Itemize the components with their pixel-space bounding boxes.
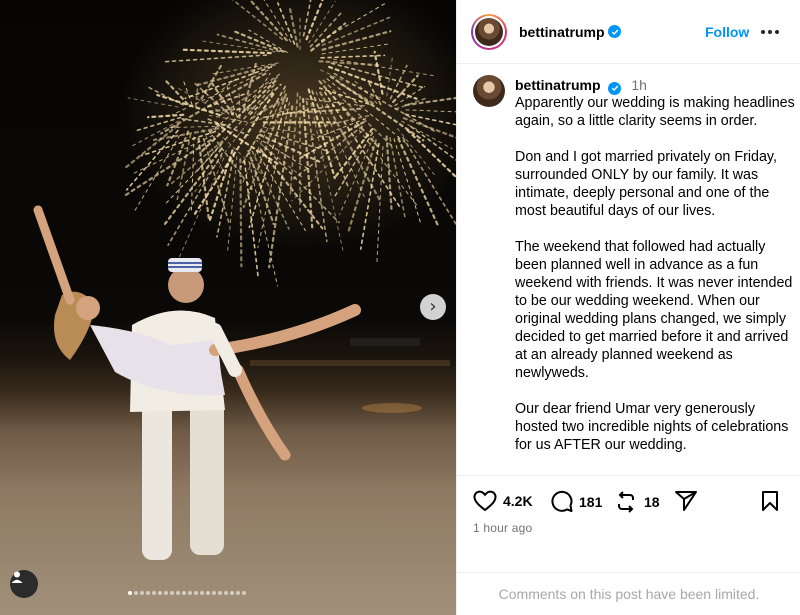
comments-limited-notice: Comments on this post have been limited. [457, 572, 800, 615]
carousel-dot [152, 591, 156, 595]
post-timestamp[interactable]: 1 hour ago [473, 521, 532, 535]
caption-username[interactable]: bettinatrump [515, 77, 601, 93]
carousel-dot [164, 591, 168, 595]
comment-icon [551, 490, 573, 512]
carousel-dot [188, 591, 192, 595]
carousel-dot [176, 591, 180, 595]
share-button[interactable] [674, 490, 698, 512]
like-button[interactable]: 4.2K [473, 490, 533, 512]
send-icon [675, 491, 697, 511]
author-username[interactable]: bettinatrump [519, 24, 605, 40]
carousel-dot [140, 591, 144, 595]
carousel-dot [200, 591, 204, 595]
heart-icon [473, 490, 497, 512]
photo-fireworks-couple [33, 0, 456, 560]
carousel-dot [218, 591, 222, 595]
caption-paragraph: The weekend that followed had actually b… [515, 239, 793, 381]
more-options-icon[interactable] [761, 23, 781, 41]
repost-icon [618, 491, 634, 513]
post-time-short: 1h [631, 77, 647, 93]
next-media-button[interactable]: › [420, 294, 446, 320]
save-button[interactable] [760, 490, 780, 512]
user-tag-icon [11, 571, 23, 583]
carousel-dot [128, 591, 132, 595]
post-media[interactable]: › [0, 0, 456, 615]
caption-header: bettinatrump 1h [515, 77, 647, 95]
carousel-dot [146, 591, 150, 595]
caption-paragraph: Apparently our wedding is making headlin… [515, 95, 795, 129]
follow-button[interactable]: Follow [705, 24, 749, 40]
carousel-dot [134, 591, 138, 595]
user-tag-button[interactable] [10, 570, 38, 598]
caption-paragraph: Our dear friend Umar very generously hos… [515, 401, 789, 453]
carousel-dot [170, 591, 174, 595]
carousel-dot [224, 591, 228, 595]
post-actions: 4.2K 181 18 1 hour ago [457, 475, 800, 572]
comment-button[interactable]: 181 [550, 490, 602, 513]
chevron-right-icon: › [429, 296, 437, 317]
carousel-indicator [128, 591, 246, 595]
author-avatar[interactable] [471, 14, 507, 50]
carousel-dot [242, 591, 246, 595]
carousel-dot [230, 591, 234, 595]
caption-author-avatar[interactable] [473, 75, 505, 107]
carousel-dot [236, 591, 240, 595]
like-count[interactable]: 4.2K [503, 493, 533, 509]
comment-count: 181 [579, 493, 603, 510]
repost-count: 18 [644, 494, 660, 510]
verified-badge-icon [608, 81, 622, 95]
carousel-dot [212, 591, 216, 595]
carousel-dot [182, 591, 186, 595]
carousel-dot [158, 591, 162, 595]
repost-button[interactable]: 18 [614, 490, 660, 514]
verified-badge-icon [608, 25, 621, 38]
caption-scroll-area[interactable]: bettinatrump 1h Apparently our wedding i… [457, 65, 800, 475]
caption-text: Apparently our wedding is making headlin… [515, 94, 797, 472]
carousel-dot [194, 591, 198, 595]
carousel-dot [206, 591, 210, 595]
caption-paragraph: Don and I got married privately on Frida… [515, 149, 777, 219]
post-side-panel: bettinatrump Follow bettinatrump 1h Appa… [456, 0, 800, 615]
bookmark-icon [762, 491, 778, 511]
post-header: bettinatrump Follow [457, 0, 800, 64]
